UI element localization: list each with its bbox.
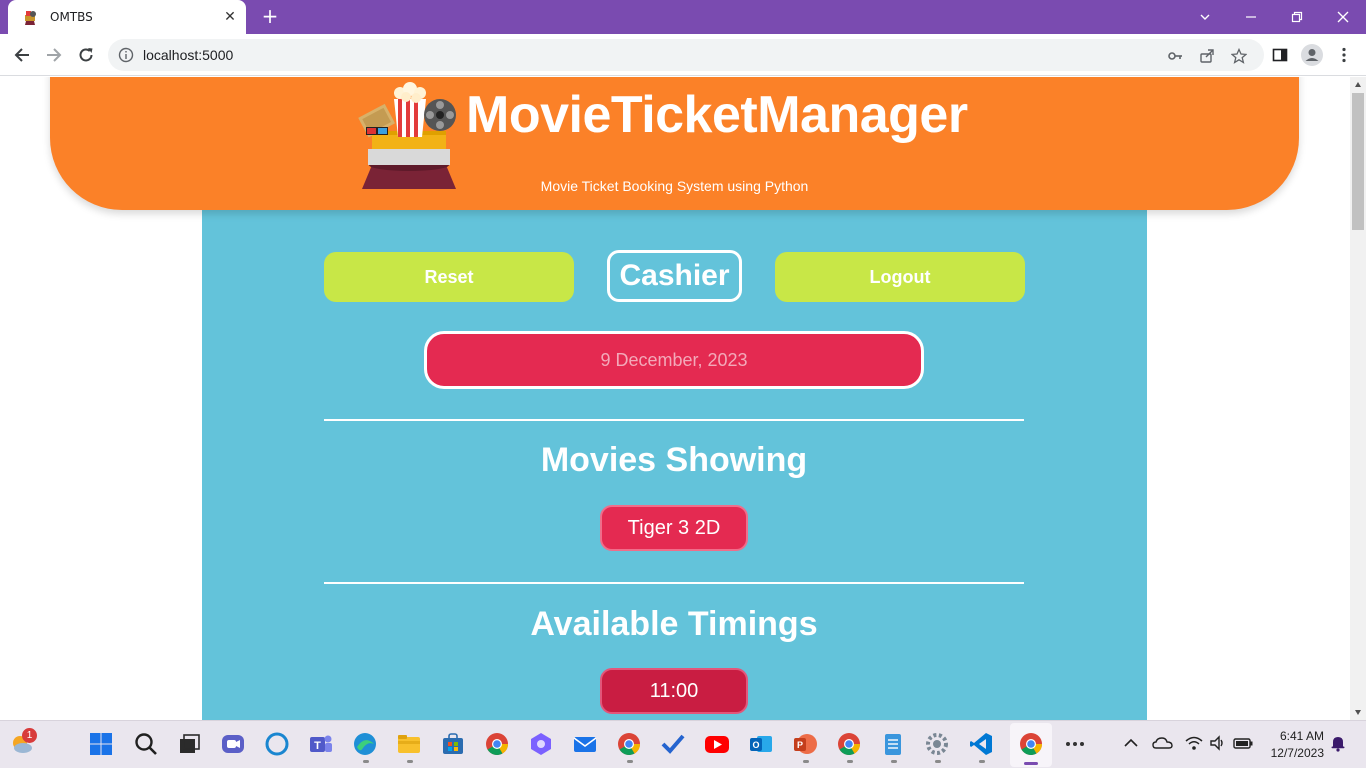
scroll-down-icon[interactable] <box>1354 708 1362 716</box>
vscode-icon[interactable] <box>968 731 994 757</box>
start-icon[interactable] <box>88 731 114 757</box>
copilot-icon[interactable] <box>528 731 554 757</box>
browser-titlebar: OMTBS ✕ + <box>0 0 1366 34</box>
section-divider <box>324 419 1024 421</box>
running-indicator <box>891 760 897 763</box>
movie-option[interactable]: Tiger 3 2D <box>600 505 748 551</box>
meet-icon[interactable] <box>220 731 246 757</box>
clock-time[interactable]: 6:41 AM <box>1262 729 1324 743</box>
role-badge: Cashier <box>607 250 742 302</box>
restore-icon[interactable] <box>1274 0 1320 34</box>
window-controls <box>1182 0 1366 34</box>
menu-kebab-icon[interactable] <box>1332 43 1356 67</box>
share-icon[interactable] <box>1198 47 1216 65</box>
running-indicator <box>627 760 633 763</box>
address-bar[interactable]: localhost:5000 <box>108 39 1264 71</box>
chrome-icon[interactable] <box>484 731 510 757</box>
notepad-icon[interactable] <box>880 731 906 757</box>
svg-text:P: P <box>797 740 803 750</box>
side-panel-icon[interactable] <box>1268 43 1292 67</box>
section-divider <box>324 582 1024 584</box>
tab-title: OMTBS <box>50 10 93 24</box>
wifi-icon[interactable] <box>1184 733 1204 753</box>
password-key-icon[interactable] <box>1166 47 1184 65</box>
teams-icon[interactable]: T <box>308 731 334 757</box>
more-icon[interactable] <box>1062 731 1088 757</box>
site-header: MovieTicketManager Movie Ticket Booking … <box>50 77 1299 210</box>
tab-close-icon[interactable]: ✕ <box>222 9 238 25</box>
active-indicator <box>1024 762 1038 765</box>
bookmark-star-icon[interactable] <box>1230 47 1248 65</box>
youtube-icon[interactable] <box>704 731 730 757</box>
running-indicator <box>803 760 809 763</box>
new-tab-icon[interactable]: + <box>260 6 280 27</box>
browser-tab[interactable]: OMTBS ✕ <box>8 0 246 34</box>
cinema-logo-icon <box>358 82 456 189</box>
svg-text:T: T <box>314 740 321 752</box>
brand-tagline: Movie Ticket Booking System using Python <box>540 178 809 194</box>
page-scrollbar[interactable] <box>1350 77 1366 720</box>
running-indicator <box>407 760 413 763</box>
running-indicator <box>847 760 853 763</box>
scroll-up-icon[interactable] <box>1354 81 1362 89</box>
chrome-c-icon[interactable] <box>836 731 862 757</box>
tab-search-icon[interactable] <box>1182 0 1228 34</box>
volume-icon[interactable] <box>1208 733 1228 753</box>
site-info-icon[interactable] <box>118 47 134 63</box>
browser-toolbar: localhost:5000 <box>0 34 1366 76</box>
url-text: localhost:5000 <box>143 47 234 63</box>
notification-bell-icon[interactable] <box>1329 734 1347 752</box>
profile-avatar-icon[interactable] <box>1300 43 1324 67</box>
tray-chevron-icon[interactable] <box>1122 734 1140 752</box>
close-window-icon[interactable] <box>1320 0 1366 34</box>
chrome-active-icon[interactable] <box>1018 731 1044 757</box>
chrome-profile-icon[interactable] <box>616 731 642 757</box>
date-field[interactable]: 9 December, 2023 <box>424 331 924 389</box>
minimize-icon[interactable] <box>1228 0 1274 34</box>
favicon-icon <box>25 11 36 25</box>
running-indicator <box>979 760 985 763</box>
reset-button[interactable]: Reset <box>324 252 574 302</box>
search-icon[interactable] <box>133 731 159 757</box>
onedrive-icon[interactable] <box>1152 733 1174 753</box>
cortana-icon[interactable] <box>264 731 290 757</box>
timings-heading: Available Timings <box>530 605 818 643</box>
reload-icon[interactable] <box>74 43 98 67</box>
outlook-icon[interactable]: O <box>748 731 774 757</box>
store-icon[interactable] <box>440 731 466 757</box>
powerpoint-icon[interactable]: P <box>792 731 818 757</box>
edge-icon[interactable] <box>352 731 378 757</box>
page-viewport: MovieTicketManager Movie Ticket Booking … <box>0 77 1350 720</box>
timing-option[interactable]: 11:00 <box>600 668 748 714</box>
running-indicator <box>363 760 369 763</box>
forward-icon[interactable] <box>42 43 66 67</box>
brand-title: MovieTicketManager <box>466 86 968 144</box>
scroll-thumb[interactable] <box>1352 93 1364 230</box>
notification-badge: 1 <box>22 728 37 743</box>
clock-date[interactable]: 12/7/2023 <box>1262 746 1324 760</box>
back-icon[interactable] <box>10 43 34 67</box>
movies-heading: Movies Showing <box>540 441 808 479</box>
logout-button[interactable]: Logout <box>775 252 1025 302</box>
battery-icon[interactable] <box>1232 733 1254 753</box>
task-view-icon[interactable] <box>176 731 202 757</box>
file-explorer-icon[interactable] <box>396 731 422 757</box>
todo-icon[interactable] <box>660 731 686 757</box>
svg-text:O: O <box>752 740 759 750</box>
mail-icon[interactable] <box>572 731 598 757</box>
running-indicator <box>935 760 941 763</box>
windows-taskbar: 1 T O P 6:41 AM 12/7/2023 <box>0 720 1366 768</box>
settings-icon[interactable] <box>924 731 950 757</box>
